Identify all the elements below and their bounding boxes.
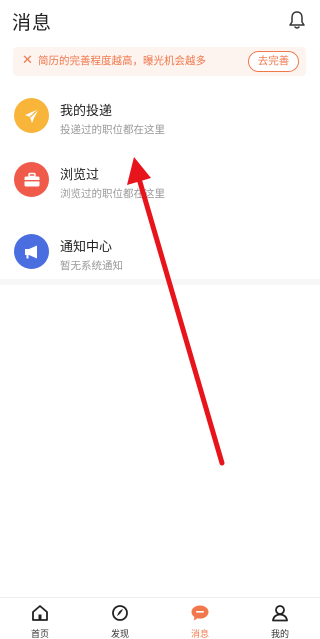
tab-label: 首页 [30,630,49,639]
discover-icon [112,605,128,621]
tab-label: 我的 [270,630,289,639]
bell-icon[interactable] [288,10,306,30]
list-item-browsed[interactable]: 浏览过 浏览过的职位都在这里 [0,156,320,216]
tab-discover[interactable]: 发现 [80,598,160,639]
item-desc: 浏览过的职位都在这里 [60,188,165,200]
home-icon [32,605,48,621]
message-icon [191,605,209,621]
bottom-tab-bar: 首页 发现 消息 我的 [0,597,320,639]
item-title: 通知中心 [60,240,113,255]
tab-home[interactable]: 首页 [0,598,80,639]
megaphone-icon [14,234,49,269]
close-icon[interactable]: ✕ [22,52,33,70]
item-title: 我的投递 [60,104,113,119]
tab-messages[interactable]: 消息 [160,598,240,639]
profile-icon [272,605,288,622]
item-title: 浏览过 [60,168,100,183]
item-desc: 暂无系统通知 [60,260,123,272]
tab-profile[interactable]: 我的 [240,598,320,639]
banner-text: 简历的完善程度越高，曝光机会越多 [38,55,206,67]
briefcase-icon [14,162,49,197]
list-item-my-applications[interactable]: 我的投递 投递过的职位都在这里 [0,92,320,152]
item-desc: 投递过的职位都在这里 [60,124,165,136]
header: 消息 [0,0,320,40]
page-title: 消息 [12,12,53,34]
paper-plane-icon [14,98,49,133]
complete-resume-button[interactable]: 去完善 [248,51,299,72]
tab-label: 消息 [190,630,209,639]
resume-tip-banner: ✕ 简历的完善程度越高，曝光机会越多 去完善 [13,47,306,76]
tab-label: 发现 [110,630,129,639]
section-divider [0,279,320,285]
